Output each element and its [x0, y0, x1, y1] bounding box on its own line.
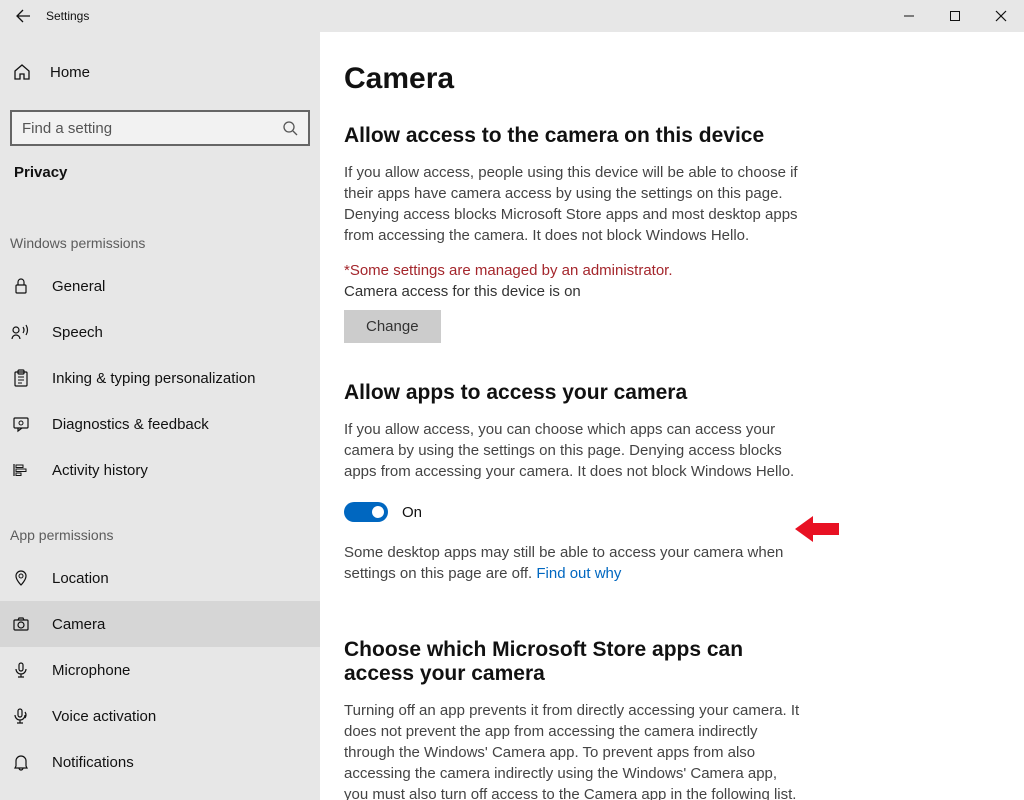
find-out-why-link[interactable]: Find out why [536, 565, 621, 582]
home-icon [12, 63, 32, 81]
voice-activation-icon [10, 707, 32, 725]
search-input[interactable] [22, 120, 252, 137]
nav-voice-activation[interactable]: Voice activation [0, 693, 320, 739]
back-arrow-icon [15, 8, 31, 24]
home-label: Home [50, 64, 90, 81]
close-icon [995, 10, 1007, 22]
nav-notifications[interactable]: Notifications [0, 739, 320, 785]
minimize-button[interactable] [886, 0, 932, 32]
microphone-icon [10, 661, 32, 679]
camera-icon [10, 615, 32, 633]
group-app-permissions: App permissions [0, 527, 320, 543]
section2-desc: If you allow access, you can choose whic… [344, 419, 804, 482]
minimize-icon [903, 10, 915, 22]
section1-title: Allow access to the camera on this devic… [344, 124, 804, 148]
search-box[interactable] [10, 110, 310, 146]
maximize-icon [949, 10, 961, 22]
home-nav[interactable]: Home [0, 52, 320, 92]
nav-inking[interactable]: Inking & typing personalization [0, 355, 320, 401]
titlebar: Settings [0, 0, 1024, 32]
nav-general[interactable]: General [0, 263, 320, 309]
bell-icon [10, 753, 32, 771]
section-label: Privacy [0, 164, 320, 181]
nav-camera[interactable]: Camera [0, 601, 320, 647]
close-button[interactable] [978, 0, 1024, 32]
search-icon [282, 120, 298, 136]
feedback-icon [10, 415, 32, 433]
arrow-callout [795, 514, 839, 549]
nav-location[interactable]: Location [0, 555, 320, 601]
device-camera-status: Camera access for this device is on [344, 283, 804, 300]
section3-title: Choose which Microsoft Store apps can ac… [344, 638, 784, 686]
location-icon [10, 569, 32, 587]
window-title: Settings [46, 9, 89, 23]
nav-activity[interactable]: Activity history [0, 447, 320, 493]
content: Camera Allow access to the camera on thi… [320, 32, 1024, 800]
maximize-button[interactable] [932, 0, 978, 32]
group-windows-permissions: Windows permissions [0, 235, 320, 251]
speech-icon [10, 323, 32, 341]
section1-desc: If you allow access, people using this d… [344, 162, 804, 246]
nav-diagnostics[interactable]: Diagnostics & feedback [0, 401, 320, 447]
desktop-note: Some desktop apps may still be able to a… [344, 542, 804, 584]
back-button[interactable] [0, 0, 46, 32]
section2-title: Allow apps to access your camera [344, 381, 804, 405]
admin-note: *Some settings are managed by an adminis… [344, 262, 804, 279]
lock-icon [10, 277, 32, 295]
nav-microphone[interactable]: Microphone [0, 647, 320, 693]
nav-speech[interactable]: Speech [0, 309, 320, 355]
clipboard-icon [10, 369, 32, 387]
allow-apps-toggle[interactable] [344, 502, 388, 522]
sidebar: Home Privacy Windows permissions General… [0, 32, 320, 800]
section3-desc: Turning off an app prevents it from dire… [344, 700, 804, 800]
page-title: Camera [344, 62, 804, 96]
allow-apps-toggle-label: On [402, 504, 422, 521]
change-button[interactable]: Change [344, 310, 441, 343]
activity-icon [10, 461, 32, 479]
